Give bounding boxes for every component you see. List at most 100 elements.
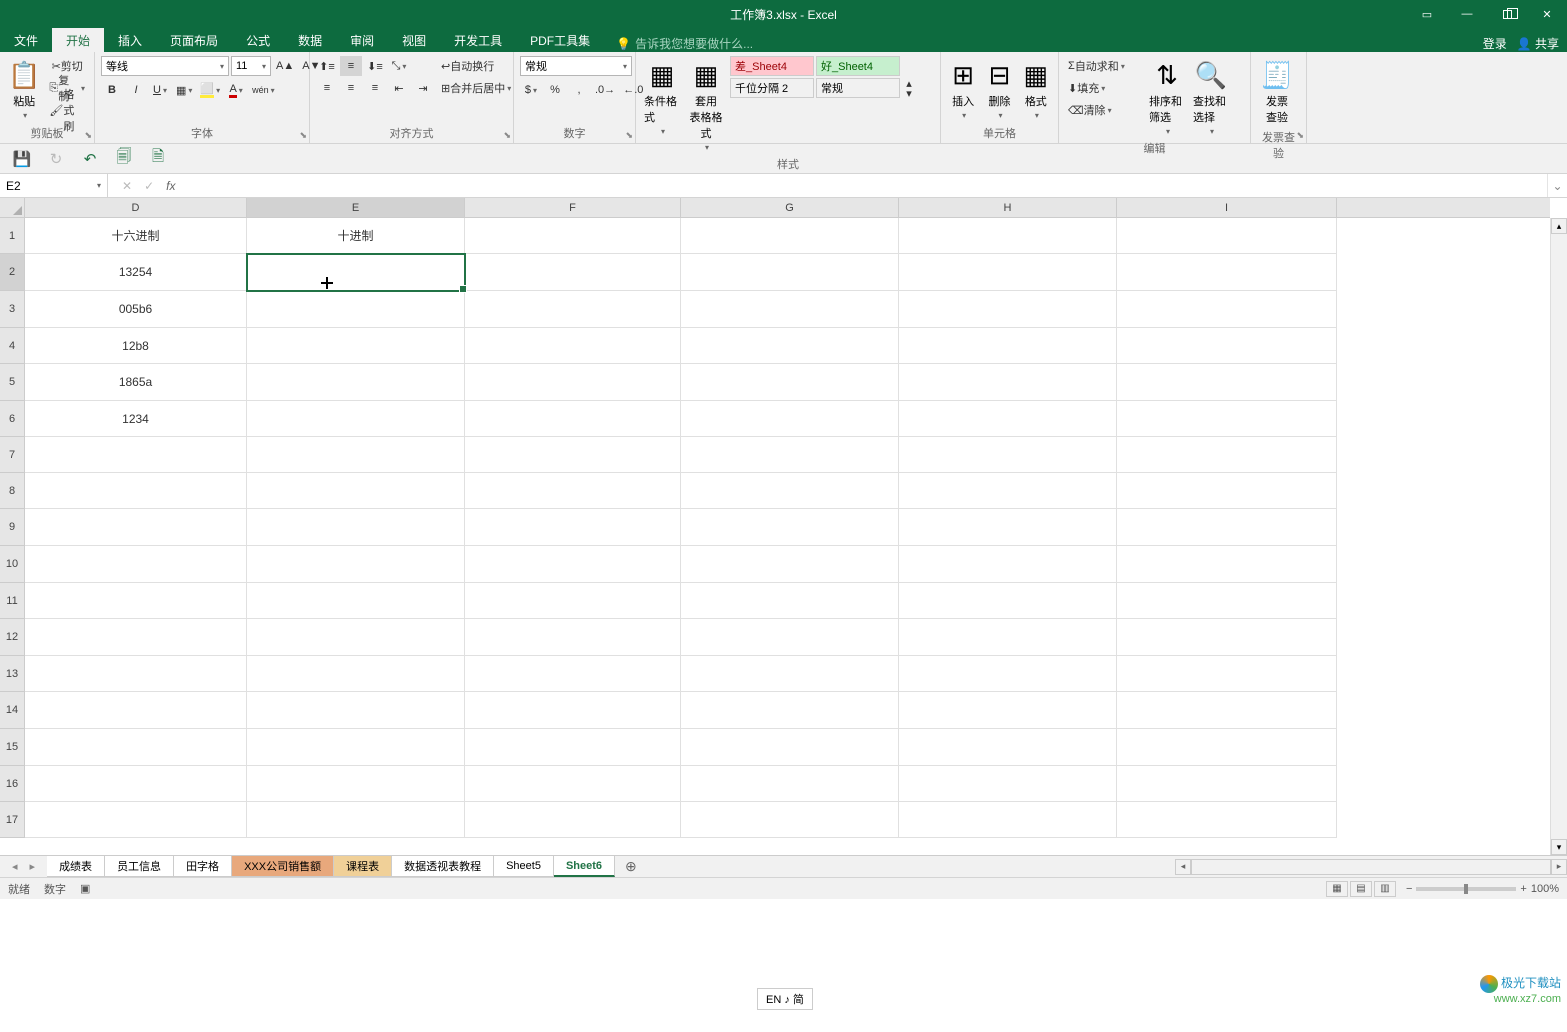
increase-indent-button[interactable]: ⇥ (412, 78, 434, 98)
cell-G3[interactable] (681, 291, 899, 328)
zoom-slider[interactable] (1416, 887, 1516, 891)
cell-G6[interactable] (681, 401, 899, 437)
cell-H12[interactable] (899, 619, 1117, 656)
scroll-up-button[interactable]: ▴ (1551, 218, 1567, 234)
cell-I16[interactable] (1117, 766, 1337, 802)
cell-G8[interactable] (681, 473, 899, 509)
row-header-4[interactable]: 4 (0, 328, 25, 364)
cell-E10[interactable] (247, 546, 465, 583)
cell-H15[interactable] (899, 729, 1117, 766)
tab-home[interactable]: 开始 (52, 28, 104, 52)
row-header-16[interactable]: 16 (0, 766, 25, 802)
cell-I14[interactable] (1117, 692, 1337, 729)
cell-D17[interactable] (25, 802, 247, 838)
cell-D15[interactable] (25, 729, 247, 766)
style-thousand[interactable]: 千位分隔 2 (730, 78, 814, 98)
col-header-F[interactable]: F (465, 198, 681, 217)
cell-E7[interactable] (247, 437, 465, 473)
cell-D8[interactable] (25, 473, 247, 509)
cell-F13[interactable] (465, 656, 681, 692)
tab-insert[interactable]: 插入 (104, 28, 156, 52)
row-header-5[interactable]: 5 (0, 364, 25, 401)
cell-H4[interactable] (899, 328, 1117, 364)
cell-E3[interactable] (247, 291, 465, 328)
cell-I9[interactable] (1117, 509, 1337, 546)
cell-F8[interactable] (465, 473, 681, 509)
tab-dev[interactable]: 开发工具 (440, 28, 516, 52)
phonetic-button[interactable]: wén▾ (249, 80, 278, 100)
share-button[interactable]: 👤 共享 (1517, 35, 1559, 52)
style-bad[interactable]: 差_Sheet4 (730, 56, 814, 76)
wrap-text-button[interactable]: ↩ 自动换行 (438, 56, 522, 76)
cell-E16[interactable] (247, 766, 465, 802)
cell-F6[interactable] (465, 401, 681, 437)
increase-font-button[interactable]: A▲ (273, 56, 297, 76)
cell-H7[interactable] (899, 437, 1117, 473)
tab-formulas[interactable]: 公式 (232, 28, 284, 52)
cell-H14[interactable] (899, 692, 1117, 729)
sheet-nav-first[interactable]: ◂ (8, 860, 22, 873)
cell-F14[interactable] (465, 692, 681, 729)
format-table-button[interactable]: ▦套用 表格格式▾ (686, 56, 726, 156)
cell-H10[interactable] (899, 546, 1117, 583)
format-cells-button[interactable]: ▦格式▾ (1020, 56, 1052, 124)
find-select-button[interactable]: 🔍查找和选择▾ (1191, 56, 1231, 140)
cell-H8[interactable] (899, 473, 1117, 509)
cell-G4[interactable] (681, 328, 899, 364)
invoice-launcher-icon[interactable]: ⬊ (1296, 130, 1304, 141)
cell-G10[interactable] (681, 546, 899, 583)
cell-I8[interactable] (1117, 473, 1337, 509)
cell-E5[interactable] (247, 364, 465, 401)
fill-button[interactable]: ⬇ 填充▾ (1065, 78, 1143, 98)
view-normal-button[interactable]: ▦ (1326, 881, 1348, 897)
delete-cells-button[interactable]: ⊟删除▾ (983, 56, 1015, 124)
row-header-3[interactable]: 3 (0, 291, 25, 328)
cell-D9[interactable] (25, 509, 247, 546)
autosum-button[interactable]: Σ 自动求和▾ (1065, 56, 1143, 76)
cell-F3[interactable] (465, 291, 681, 328)
row-header-12[interactable]: 12 (0, 619, 25, 656)
cell-F5[interactable] (465, 364, 681, 401)
cell-G12[interactable] (681, 619, 899, 656)
cell-E8[interactable] (247, 473, 465, 509)
hscroll-left-button[interactable]: ◂ (1175, 859, 1191, 875)
cell-E6[interactable] (247, 401, 465, 437)
underline-button[interactable]: U▾ (149, 80, 171, 100)
col-header-E[interactable]: E (247, 198, 465, 217)
insert-cells-button[interactable]: ⊞插入▾ (947, 56, 979, 124)
undo-button[interactable]: ↶ (80, 149, 100, 169)
align-top-button[interactable]: ⬆≡ (316, 56, 338, 76)
cell-D16[interactable] (25, 766, 247, 802)
cell-E17[interactable] (247, 802, 465, 838)
row-header-10[interactable]: 10 (0, 546, 25, 583)
cell-F16[interactable] (465, 766, 681, 802)
cell-D10[interactable] (25, 546, 247, 583)
tab-pdf[interactable]: PDF工具集 (516, 28, 604, 52)
vertical-scrollbar[interactable]: ▴ ▾ (1550, 218, 1567, 855)
cell-D3[interactable]: 005b6 (25, 291, 247, 328)
cell-H11[interactable] (899, 583, 1117, 619)
cell-G16[interactable] (681, 766, 899, 802)
cell-G1[interactable] (681, 218, 899, 254)
name-box[interactable]: E2▾ (0, 174, 108, 197)
cell-I6[interactable] (1117, 401, 1337, 437)
row-header-1[interactable]: 1 (0, 218, 25, 254)
spreadsheet-grid[interactable]: DEFGHI 1234567891011121314151617 十六进制十进制… (0, 198, 1567, 855)
row-header-14[interactable]: 14 (0, 692, 25, 729)
col-header-H[interactable]: H (899, 198, 1117, 217)
font-size-combo[interactable]: 11▾ (231, 56, 271, 76)
percent-format-button[interactable]: % (544, 80, 566, 100)
cell-D5[interactable]: 1865a (25, 364, 247, 401)
italic-button[interactable]: I (125, 80, 147, 100)
cell-G5[interactable] (681, 364, 899, 401)
view-page-layout-button[interactable]: ▤ (1350, 881, 1372, 897)
close-button[interactable]: ✕ (1527, 0, 1567, 28)
styles-scroll-down[interactable]: ▾ (902, 88, 916, 98)
tell-me-search[interactable]: 💡 告诉我您想要做什么... (616, 35, 753, 52)
sheet-tab-数据透视表教程[interactable]: 数据透视表教程 (392, 856, 494, 877)
cell-H17[interactable] (899, 802, 1117, 838)
number-format-combo[interactable]: 常规▾ (520, 56, 632, 76)
cell-F17[interactable] (465, 802, 681, 838)
font-name-combo[interactable]: 等线▾ (101, 56, 229, 76)
tab-layout[interactable]: 页面布局 (156, 28, 232, 52)
